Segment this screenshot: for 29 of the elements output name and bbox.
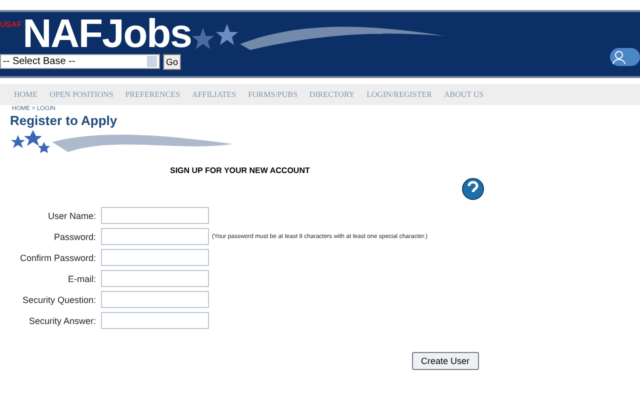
nav-link[interactable]: OPEN POSITIONS [50,90,114,99]
feedback-button-icon[interactable] [610,48,640,66]
input-field[interactable] [101,228,209,245]
input-field[interactable] [101,207,209,224]
field-label: E-mail: [66,274,96,284]
nav-link[interactable]: DIRECTORY [309,90,355,99]
create-user-button[interactable]: Create User [412,352,479,370]
base-select[interactable]: -- Select Base -- [0,54,160,69]
page-title: Register to Apply [9,113,118,128]
nav-link[interactable]: LOGIN/REGISTER [366,90,432,99]
input-field[interactable] [101,312,209,329]
nav-link[interactable]: AFFILIATES [192,90,236,99]
field-label: Confirm Password: [18,252,96,262]
field-label: Security Question: [21,294,96,304]
field-label: User Name: [46,210,96,220]
nav-link[interactable]: FORMS/PUBS [248,90,298,99]
logo-label: USAF [0,20,22,29]
form-heading: SIGN UP FOR YOUR NEW ACCOUNT [170,166,311,175]
nav-link[interactable]: ABOUT US [444,90,484,99]
nav-link[interactable]: HOME [14,90,38,99]
field-label: Password: [52,232,96,242]
nav-link[interactable]: PREFERENCES [125,90,180,99]
go-button[interactable]: Go [163,54,182,70]
site-logo[interactable]: NAFJobs [22,16,192,52]
input-field[interactable] [101,291,209,308]
input-field[interactable] [101,270,209,287]
field-label: Security Answer: [28,316,96,326]
help-icon[interactable] [462,177,484,201]
input-field[interactable] [101,249,209,266]
